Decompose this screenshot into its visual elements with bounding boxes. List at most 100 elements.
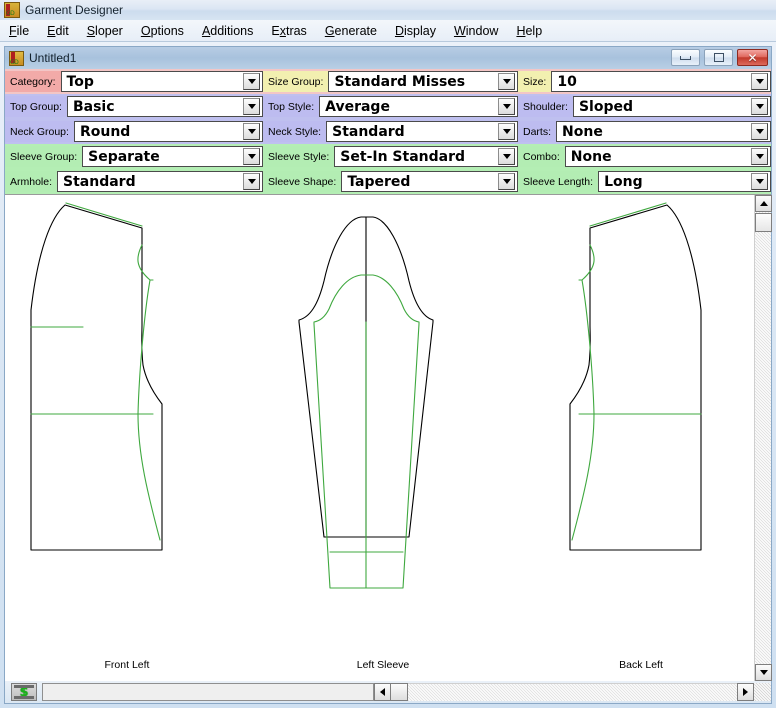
menu-edit[interactable]: Edit	[38, 22, 78, 40]
scroll-down-button[interactable]	[755, 664, 772, 681]
category-value: Top	[66, 73, 94, 90]
close-button[interactable]: ✕	[737, 49, 768, 66]
restore-icon	[713, 53, 724, 62]
menu-options[interactable]: Options	[132, 22, 193, 40]
field-sleeve-length: Sleeve Length: Long	[518, 169, 771, 194]
shoulder-chevron-down-icon[interactable]	[751, 98, 768, 115]
category-chevron-down-icon[interactable]	[243, 73, 260, 90]
top-style-dropdown[interactable]: Average	[319, 96, 518, 117]
sleeve-style-label: Sleeve Style:	[263, 146, 335, 167]
field-size: Size: 10	[518, 69, 771, 94]
field-category: Category: Top	[5, 69, 263, 94]
field-sleeve-shape: Sleeve Shape: Tapered	[263, 169, 518, 194]
shoulder-dropdown[interactable]: Sloped	[572, 96, 771, 117]
sleeve-shape-label: Sleeve Shape:	[263, 171, 342, 192]
combo-chevron-down-icon[interactable]	[751, 148, 768, 165]
application-window: Garment Designer File Edit Sloper Option…	[0, 0, 776, 708]
restore-button[interactable]	[704, 49, 733, 66]
chevron-down-icon	[759, 670, 768, 675]
menu-generate[interactable]: Generate	[316, 22, 386, 40]
chevron-down-glyph	[247, 79, 256, 84]
application-titlebar: Garment Designer	[0, 0, 776, 20]
pattern-drawing[interactable]	[5, 195, 754, 650]
top-style-chevron-down-icon[interactable]	[498, 98, 515, 115]
resize-grip[interactable]	[754, 683, 771, 701]
menu-additions[interactable]: Additions	[193, 22, 262, 40]
neck-group-dropdown[interactable]: Round	[73, 121, 263, 142]
hscroll-right-button[interactable]	[737, 683, 754, 701]
scroll-up-button[interactable]	[755, 195, 772, 212]
field-darts: Darts: None	[518, 119, 771, 144]
size-label: Size:	[518, 71, 552, 92]
menu-file[interactable]: File	[0, 22, 38, 40]
document-titlebar: Untitled1 ✕	[5, 47, 771, 69]
size-chevron-down-icon[interactable]	[751, 73, 768, 90]
sleeve-shape-dropdown[interactable]: Tapered	[341, 171, 518, 192]
menubar: File Edit Sloper Options Additions Extra…	[0, 20, 776, 42]
chevron-down-glyph	[247, 129, 256, 134]
chevron-down-glyph	[755, 179, 764, 184]
combo-dropdown[interactable]: None	[564, 146, 771, 167]
hscroll-left-button[interactable]	[373, 683, 391, 701]
cost-estimate-button[interactable]: $	[11, 683, 37, 701]
pattern-canvas-area: Front Left Left Sleeve Back Left	[5, 194, 772, 681]
chevron-down-glyph	[502, 154, 511, 159]
hscroll-thumb[interactable]	[390, 683, 408, 701]
chevron-down-glyph	[247, 104, 256, 109]
top-group-chevron-down-icon[interactable]	[243, 98, 260, 115]
neck-style-chevron-down-icon[interactable]	[498, 123, 515, 140]
menu-extras[interactable]: Extras	[262, 22, 315, 40]
piece-label-left-sleeve: Left Sleeve	[356, 659, 410, 671]
options-row-5: Armhole: Standard Sleeve Shape: Tapered Slee…	[5, 169, 771, 194]
vertical-scroll-thumb[interactable]	[755, 213, 772, 232]
document-window: Untitled1 ✕ Category: Top Size Group: Stand…	[4, 46, 772, 704]
sleeve-group-value: Separate	[88, 148, 160, 165]
sleeve-group-chevron-down-icon[interactable]	[243, 148, 260, 165]
sleeve-shape-chevron-down-icon[interactable]	[498, 173, 515, 190]
chevron-down-glyph	[247, 154, 256, 159]
sleeve-style-dropdown[interactable]: Set-In Standard	[334, 146, 518, 167]
neck-style-label: Neck Style:	[263, 121, 327, 142]
menu-sloper[interactable]: Sloper	[78, 22, 132, 40]
neck-style-dropdown[interactable]: Standard	[326, 121, 518, 142]
hscroll-track[interactable]	[407, 683, 737, 701]
top-group-dropdown[interactable]: Basic	[66, 96, 263, 117]
shoulder-value: Sloped	[578, 98, 633, 115]
sleeve-style-value: Set-In Standard	[340, 148, 466, 165]
options-row-2: Top Group: Basic Top Style: Average Shoulder…	[5, 94, 771, 119]
statusbar: $	[5, 681, 771, 703]
darts-label: Darts:	[518, 121, 557, 142]
options-row-3: Neck Group: Round Neck Style: Standard Darts…	[5, 119, 771, 144]
field-neck-group: Neck Group: Round	[5, 119, 263, 144]
vertical-scrollbar[interactable]	[754, 195, 772, 681]
minimize-button[interactable]	[671, 49, 700, 66]
chevron-down-glyph	[502, 79, 511, 84]
top-group-label: Top Group:	[5, 96, 67, 117]
neck-group-chevron-down-icon[interactable]	[243, 123, 260, 140]
minimize-icon	[680, 55, 691, 60]
armhole-chevron-down-icon[interactable]	[243, 173, 260, 190]
sleeve-length-dropdown[interactable]: Long	[598, 171, 771, 192]
menu-display[interactable]: Display	[386, 22, 445, 40]
sleeve-style-chevron-down-icon[interactable]	[498, 148, 515, 165]
application-title: Garment Designer	[25, 3, 124, 17]
menu-help[interactable]: Help	[507, 22, 551, 40]
size-group-dropdown[interactable]: Standard Misses	[328, 71, 518, 92]
chevron-down-glyph	[755, 154, 764, 159]
menu-window[interactable]: Window	[445, 22, 507, 40]
sleeve-length-label: Sleeve Length:	[518, 171, 599, 192]
armhole-dropdown[interactable]: Standard	[57, 171, 263, 192]
piece-label-front-left: Front Left	[104, 659, 150, 671]
darts-chevron-down-icon[interactable]	[751, 123, 768, 140]
chevron-up-icon	[759, 201, 768, 206]
field-combo: Combo: None	[518, 144, 771, 169]
sleeve-group-dropdown[interactable]: Separate	[82, 146, 263, 167]
darts-dropdown[interactable]: None	[556, 121, 771, 142]
sleeve-length-value: Long	[604, 173, 643, 190]
size-group-chevron-down-icon[interactable]	[498, 73, 515, 90]
size-dropdown[interactable]: 10	[551, 71, 771, 92]
chevron-down-glyph	[502, 104, 511, 109]
options-row-1: Category: Top Size Group: Standard Misses Si…	[5, 69, 771, 94]
category-dropdown[interactable]: Top	[60, 71, 263, 92]
sleeve-length-chevron-down-icon[interactable]	[751, 173, 768, 190]
